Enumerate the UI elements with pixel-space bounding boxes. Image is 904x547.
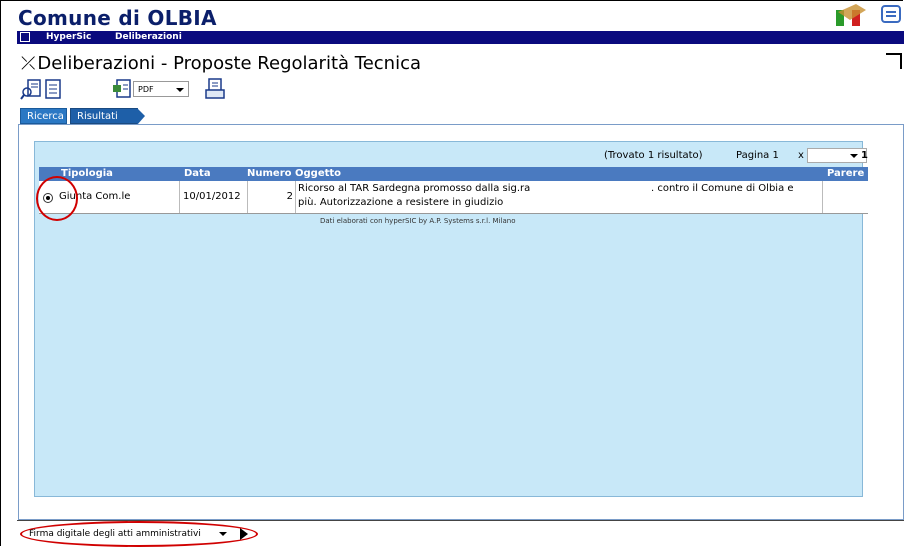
chevron-down-icon [176,88,184,92]
menu-deliberazioni[interactable]: Deliberazioni [115,32,182,42]
cell-parere [823,181,868,213]
col-parere[interactable]: Parere [827,168,864,179]
main-menubar: HyperSic Deliberazioni [17,31,904,44]
cell-numero: 2 [248,181,296,213]
search-records-icon[interactable] [20,78,42,100]
page-total: 1 [861,150,868,161]
page-title: ⤫ Deliberazioni - Proposte Regolarità Tec… [21,53,422,74]
cell-data: 10/01/2012 [180,181,248,213]
page-x: x [798,150,804,161]
tab-risultati[interactable]: Risultati [70,108,145,125]
chevron-down-icon [850,154,858,158]
cell-oggetto: Ricorso al TAR Sardegna promosso dalla s… [296,181,823,213]
export-icon[interactable] [111,78,133,100]
menu-hypersic[interactable]: HyperSic [46,32,91,42]
page-label: Pagina 1 [736,150,779,161]
table-row[interactable]: Giunta Com.le 10/01/2012 2 Ricorso al TA… [39,181,868,214]
app-title: Comune di OLBIA [18,6,217,30]
expand-icon[interactable] [886,53,902,69]
col-data[interactable]: Data [184,168,211,179]
col-numero[interactable]: Numero [247,168,292,179]
credit-text: Dati elaborati con hyperSIC by A.P. Syst… [320,217,516,225]
tab-ricerca[interactable]: Ricerca [20,108,67,124]
close-icon[interactable]: ⤫ [21,53,35,74]
results-count: (Trovato 1 risultato) [604,150,703,161]
page-select[interactable] [807,148,867,163]
annotation-ellipse-action [20,521,258,547]
app-icon [20,32,30,42]
col-oggetto[interactable]: Oggetto [295,168,341,179]
table-header: Tipologia Data Numero Oggetto Parere [39,167,868,181]
annotation-circle-radio [36,176,78,221]
results-pager: (Trovato 1 risultato) Pagina 1 x 1 [39,148,868,165]
comune-logo [836,4,901,26]
document-icon[interactable] [42,78,64,100]
export-format-select[interactable]: PDF [133,81,189,97]
print-icon[interactable] [204,78,226,100]
col-tipologia[interactable]: Tipologia [61,168,113,179]
